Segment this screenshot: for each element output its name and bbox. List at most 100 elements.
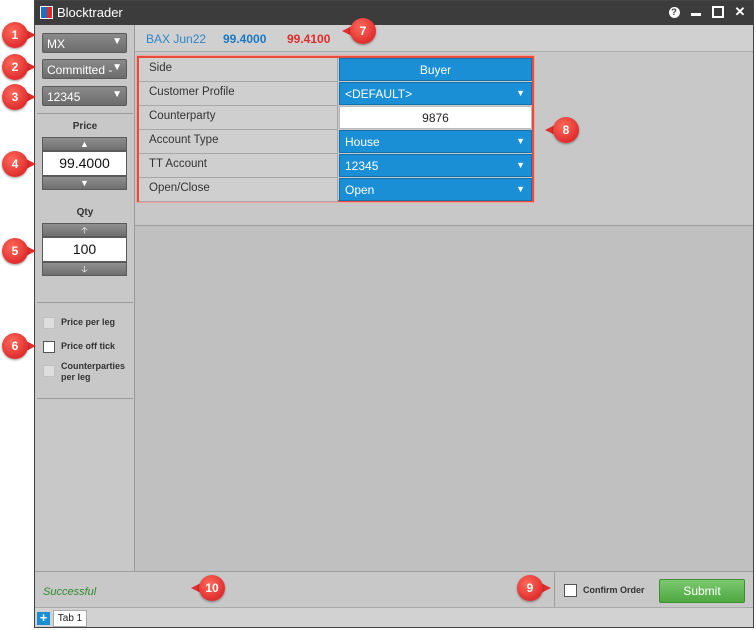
instrument-bar: BAX Jun22 99.4000 99.4100 bbox=[135, 25, 753, 52]
customer-profile-label: Customer Profile bbox=[139, 82, 338, 106]
plus-icon: + bbox=[39, 610, 48, 625]
arrow-up-icon: 🡡 bbox=[81, 225, 88, 235]
confirm-order-checkbox[interactable] bbox=[564, 584, 577, 597]
price-per-leg-row: Price per leg bbox=[43, 317, 115, 329]
instrument-bid: 99.4000 bbox=[223, 32, 267, 46]
instrument-ask: 99.4100 bbox=[287, 32, 331, 46]
exchange-dropdown[interactable]: MX ▼ bbox=[42, 33, 127, 53]
tt-account-value: 12345 bbox=[345, 159, 379, 173]
chevron-down-icon: ▼ bbox=[516, 160, 525, 170]
price-up-button[interactable]: ▲ bbox=[42, 137, 127, 151]
chevron-down-icon: ▼ bbox=[112, 89, 122, 100]
callout-marker: 5 bbox=[2, 238, 36, 264]
side-toggle[interactable]: Buyer bbox=[339, 58, 532, 81]
customer-profile-value: <DEFAULT> bbox=[345, 87, 413, 101]
chevron-down-icon: ▼ bbox=[112, 36, 122, 47]
counterparty-row: Counterparty 9876 bbox=[139, 106, 532, 130]
chevron-down-icon: ▼ bbox=[516, 184, 525, 194]
callout-marker: 10 bbox=[191, 575, 225, 601]
price-per-leg-label: Price per leg bbox=[61, 317, 116, 327]
account-type-dropdown[interactable]: House ▼ bbox=[339, 130, 532, 153]
help-button[interactable]: ? bbox=[667, 5, 681, 19]
left-panel: MX ▼ Committed - ▼ 12345 ▼ Price ▲ 99.40… bbox=[35, 25, 135, 571]
side-value: Buyer bbox=[419, 63, 452, 77]
status-message: Successful bbox=[43, 586, 97, 598]
caret-down-icon: ▼ bbox=[80, 178, 89, 188]
legs-area bbox=[135, 226, 753, 571]
submit-button[interactable]: Submit bbox=[659, 579, 745, 603]
price-down-button[interactable]: ▼ bbox=[42, 176, 127, 190]
main-panel: BAX Jun22 99.4000 99.4100 Side Buyer Cus… bbox=[135, 25, 753, 571]
tab-1[interactable]: Tab 1 bbox=[53, 610, 87, 627]
open-close-dropdown[interactable]: Open ▼ bbox=[339, 178, 532, 201]
help-icon: ? bbox=[668, 6, 680, 18]
price-off-tick-checkbox[interactable] bbox=[43, 341, 55, 353]
counterparty-input[interactable]: 9876 bbox=[339, 106, 532, 129]
callout-marker: 2 bbox=[2, 54, 36, 80]
close-icon: ✕ bbox=[734, 4, 746, 19]
tt-account-row: TT Account 12345 ▼ bbox=[139, 154, 532, 178]
footer-bar: Successful Confirm Order Submit bbox=[35, 571, 753, 608]
callout-marker: 7 bbox=[342, 18, 376, 44]
confirm-order-label: Confirm Order bbox=[583, 585, 645, 595]
blocktrader-window: Blocktrader ? ✕ MX ▼ Committed - ▼ 12345… bbox=[34, 0, 754, 628]
open-close-row: Open/Close Open ▼ bbox=[139, 178, 532, 202]
chevron-down-icon: ▼ bbox=[516, 136, 525, 146]
price-off-tick-row: Price off tick bbox=[43, 341, 115, 353]
app-title: Blocktrader bbox=[57, 5, 123, 20]
close-button[interactable]: ✕ bbox=[733, 4, 747, 19]
account-type-label: Account Type bbox=[139, 130, 338, 154]
customer-profile-row: Customer Profile <DEFAULT> ▼ bbox=[139, 82, 532, 106]
app-logo-icon bbox=[40, 6, 53, 19]
side-row: Side Buyer bbox=[139, 58, 532, 82]
window-controls: ? ✕ bbox=[667, 4, 747, 19]
divider bbox=[37, 398, 133, 399]
price-per-leg-checkbox[interactable] bbox=[43, 317, 55, 329]
open-close-value: Open bbox=[345, 183, 375, 197]
callout-marker: 6 bbox=[2, 333, 36, 359]
counterparties-per-leg-row: Counterparties per leg bbox=[43, 361, 131, 383]
exchange-dropdown-value: MX bbox=[47, 37, 65, 51]
minimize-icon bbox=[691, 12, 701, 16]
arrow-down-icon: 🡣 bbox=[81, 264, 88, 274]
qty-up-button[interactable]: 🡡 bbox=[42, 223, 127, 237]
minimize-button[interactable] bbox=[689, 5, 703, 19]
chevron-down-icon: ▼ bbox=[516, 88, 525, 98]
counterparties-per-leg-label: Counterparties per leg bbox=[61, 361, 126, 382]
callout-marker: 1 bbox=[2, 22, 36, 48]
order-details-area: Side Buyer Customer Profile <DEFAULT> ▼ … bbox=[135, 52, 753, 226]
caret-up-icon: ▲ bbox=[80, 139, 89, 149]
order-form: Side Buyer Customer Profile <DEFAULT> ▼ … bbox=[137, 56, 534, 202]
status-dropdown-value: Committed - bbox=[47, 63, 113, 77]
divider bbox=[37, 302, 133, 303]
customer-profile-dropdown[interactable]: <DEFAULT> ▼ bbox=[339, 82, 532, 105]
add-tab-button[interactable]: + bbox=[37, 610, 50, 625]
counterparties-per-leg-checkbox[interactable] bbox=[43, 365, 55, 377]
chevron-down-icon: ▼ bbox=[112, 62, 122, 73]
callout-marker: 8 bbox=[545, 117, 579, 143]
price-input[interactable]: 99.4000 bbox=[42, 151, 127, 176]
divider bbox=[37, 113, 133, 114]
counterparty-value: 9876 bbox=[422, 111, 449, 125]
qty-down-button[interactable]: 🡣 bbox=[42, 262, 127, 276]
tab-bar: + Tab 1 bbox=[35, 607, 753, 627]
side-label: Side bbox=[139, 58, 338, 82]
maximize-icon bbox=[712, 6, 724, 18]
account-dropdown[interactable]: 12345 ▼ bbox=[42, 86, 127, 106]
callout-marker: 4 bbox=[2, 151, 36, 177]
price-off-tick-label: Price off tick bbox=[61, 341, 116, 351]
price-label: Price bbox=[72, 121, 98, 132]
account-type-value: House bbox=[345, 135, 380, 149]
callout-marker: 3 bbox=[2, 84, 36, 110]
account-dropdown-value: 12345 bbox=[47, 90, 81, 104]
title-bar[interactable]: Blocktrader ? ✕ bbox=[35, 1, 753, 25]
account-type-row: Account Type House ▼ bbox=[139, 130, 532, 154]
tt-account-label: TT Account bbox=[139, 154, 338, 178]
status-dropdown[interactable]: Committed - ▼ bbox=[42, 59, 127, 79]
tt-account-dropdown[interactable]: 12345 ▼ bbox=[339, 154, 532, 177]
qty-input[interactable]: 100 bbox=[42, 237, 127, 262]
maximize-button[interactable] bbox=[711, 5, 725, 19]
open-close-label: Open/Close bbox=[139, 178, 338, 202]
counterparty-label: Counterparty bbox=[139, 106, 338, 130]
divider bbox=[554, 572, 555, 608]
